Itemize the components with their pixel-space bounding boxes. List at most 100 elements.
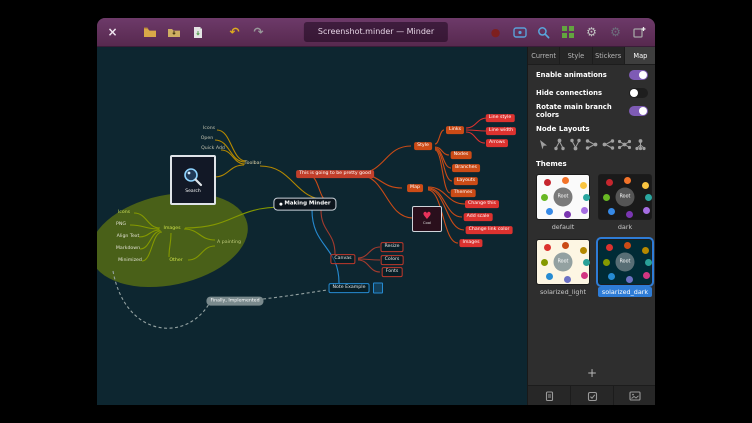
close-icon[interactable]: × [105, 25, 120, 40]
theme-root-node: Root [616, 188, 635, 207]
node-quick-add[interactable]: Quick Add [201, 146, 225, 152]
theme-color-dot [580, 182, 587, 189]
node-resize[interactable]: Resize [380, 242, 403, 252]
theme-color-dot [564, 211, 571, 218]
node-style[interactable]: Style [414, 142, 432, 150]
layout-horizontal-icon[interactable] [618, 137, 632, 151]
node-nodes[interactable]: Nodes [451, 151, 472, 159]
node-line-style[interactable]: Line style [486, 114, 515, 122]
option-label: Rotate main branch colors [536, 103, 629, 119]
grid-icon[interactable] [560, 25, 575, 40]
new-board-icon[interactable] [632, 25, 647, 40]
presentation-icon[interactable] [512, 25, 527, 40]
node-images[interactable]: Images [459, 239, 482, 247]
node-change-link-color[interactable]: Change link color [466, 226, 513, 234]
node-markdown[interactable]: Markdown [116, 246, 140, 252]
theme-solarized-light[interactable]: Rootsolarized_light [536, 239, 590, 297]
theme-color-dot [645, 194, 652, 201]
node-add-scale[interactable]: Add scale [464, 213, 493, 221]
node-align-text[interactable]: Align Text [117, 234, 140, 240]
node-fonts[interactable]: Fonts [382, 267, 403, 277]
titlebar: × ↶ ↷ Screenshot.minder — Minder ● ⚙ ⚙ [97, 18, 655, 47]
node-search[interactable]: Search [170, 155, 216, 205]
tab-map[interactable]: Map [625, 47, 655, 64]
theme-dark[interactable]: Rootdark [598, 174, 652, 232]
node-branches[interactable]: Branches [452, 164, 480, 172]
open-folder-icon[interactable] [142, 25, 157, 40]
node-note-example[interactable]: Note Example [329, 283, 370, 293]
node-other[interactable]: Other [169, 258, 182, 264]
theme-color-dot [541, 259, 548, 266]
node-themes[interactable]: Themes [451, 189, 476, 197]
node-finally-implemented[interactable]: Finally, Implemented [206, 297, 263, 306]
layout-right-icon[interactable] [601, 137, 615, 151]
node-open[interactable]: Open [201, 136, 214, 142]
theme-color-dot [581, 207, 588, 214]
theme-solarized-dark[interactable]: Rootsolarized_dark [598, 239, 652, 297]
toggle-hide-connections[interactable] [629, 88, 648, 98]
theme-color-dot [581, 272, 588, 279]
theme-color-dot [606, 244, 613, 251]
node-toolbar[interactable]: Toolbar [245, 161, 262, 167]
tab-stickers[interactable]: Stickers [593, 47, 625, 64]
sidebar-tabs: CurrentStyleStickersMap [528, 47, 655, 65]
layout-left-icon[interactable] [585, 137, 599, 151]
node-arrows[interactable]: Arrows [486, 139, 508, 147]
theme-root-node: Root [554, 188, 573, 207]
layout-manual-icon[interactable] [536, 137, 550, 151]
export-panel-icon[interactable] [528, 386, 571, 405]
import-folder-icon[interactable] [166, 25, 181, 40]
add-theme-button[interactable]: + [528, 363, 655, 385]
node-canvas[interactable]: Canvas [330, 254, 355, 264]
node-links[interactable]: Links [446, 126, 464, 134]
layout-balanced-icon[interactable] [634, 137, 648, 151]
record-icon[interactable]: ● [488, 25, 503, 40]
image-panel-icon[interactable] [614, 386, 655, 405]
node-map[interactable]: Map [407, 184, 423, 192]
theme-color-dot [642, 247, 649, 254]
theme-default[interactable]: Rootdefault [536, 174, 590, 232]
theme-color-dot [606, 179, 613, 186]
node-colors[interactable]: Colors [381, 255, 404, 265]
export-document-icon[interactable] [190, 25, 205, 40]
theme-preview: Root [536, 239, 590, 285]
theme-root-node: Root [554, 253, 573, 272]
layout-vertical-up-icon[interactable] [569, 137, 583, 151]
option-hide-connections: Hide connections [528, 85, 655, 101]
settings-icon[interactable]: ⚙ [584, 25, 599, 40]
node-minimized[interactable]: Minimized [118, 258, 142, 264]
toggle-rotate-main-branch-colors[interactable] [629, 106, 648, 116]
node-layouts[interactable]: Layouts [454, 177, 478, 185]
node-icons[interactable]: Icons [118, 210, 130, 216]
theme-color-dot [562, 177, 569, 184]
node-images[interactable]: Images [163, 226, 180, 232]
toggle-enable-animations[interactable] [629, 70, 648, 80]
node-line-width[interactable]: Line width [486, 127, 516, 135]
undo-icon[interactable]: ↶ [227, 25, 242, 40]
layout-vertical-down-icon[interactable] [552, 137, 566, 151]
toggle-knob [630, 89, 638, 97]
node-cool[interactable]: ♥Cool [412, 206, 442, 232]
note-icon[interactable] [373, 283, 383, 294]
theme-color-dot [626, 211, 633, 218]
option-label: Hide connections [536, 89, 602, 97]
tab-current[interactable]: Current [528, 47, 560, 64]
tasks-icon[interactable] [571, 386, 614, 405]
theme-name: solarized_dark [598, 287, 652, 297]
mindmap-edges [97, 47, 527, 405]
theme-color-dot [583, 259, 590, 266]
mindmap-canvas[interactable]: Making Minder Toolbar Icons Open Quick Add Se… [97, 47, 527, 405]
node-png[interactable]: PNG [116, 222, 126, 228]
theme-preview: Root [598, 174, 652, 220]
search-icon[interactable] [536, 25, 551, 40]
node-this-is-going-to-be-pretty-good[interactable]: This is going to be pretty good [296, 170, 374, 178]
sidebar: CurrentStyleStickersMap Enable animation… [527, 47, 655, 405]
redo-icon[interactable]: ↷ [251, 25, 266, 40]
tab-style[interactable]: Style [560, 47, 592, 64]
node-making-minder[interactable]: Making Minder [273, 198, 336, 211]
preferences-icon[interactable]: ⚙ [608, 25, 623, 40]
theme-color-dot [544, 244, 551, 251]
node-change-this[interactable]: Change this [465, 200, 499, 208]
node-icons[interactable]: Icons [203, 126, 215, 132]
node-a-painting[interactable]: A painting [217, 240, 241, 246]
